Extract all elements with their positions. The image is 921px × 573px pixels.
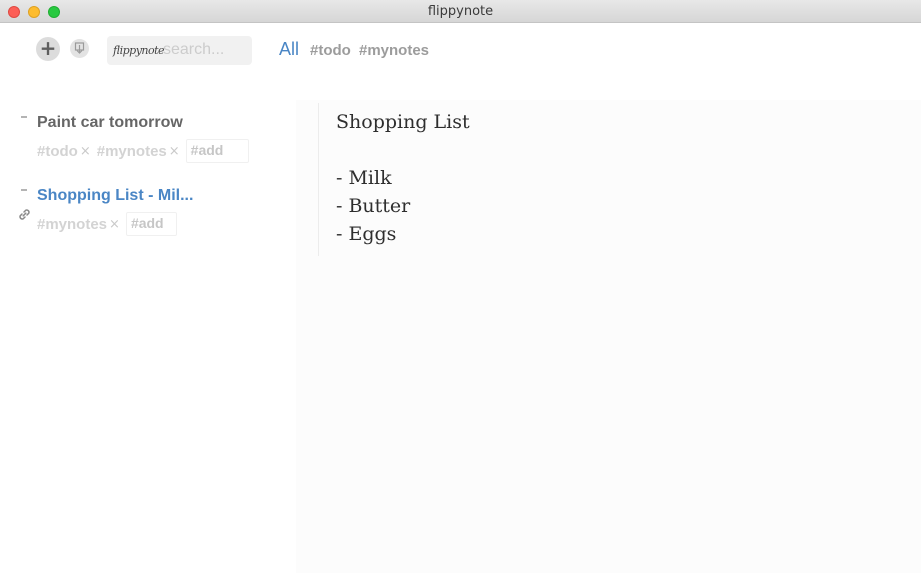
collapse-handle[interactable] bbox=[21, 116, 27, 118]
app-window: flippynote + flippynote All #todo #mynot… bbox=[0, 0, 921, 573]
editor-line: - Butter bbox=[336, 195, 411, 217]
remove-tag-icon[interactable]: × bbox=[80, 144, 91, 159]
app-logo: flippynote bbox=[113, 44, 165, 57]
search-box[interactable]: flippynote bbox=[107, 36, 252, 65]
tag-mynotes[interactable]: #mynotes bbox=[37, 216, 107, 233]
plus-icon: + bbox=[39, 36, 57, 60]
editor-line: Shopping List bbox=[336, 111, 470, 133]
remove-tag-icon[interactable]: × bbox=[169, 144, 180, 159]
filter-all[interactable]: All bbox=[279, 39, 299, 60]
note-tags: #todo × #mynotes × #add bbox=[37, 139, 249, 163]
filter-tag-todo[interactable]: #todo bbox=[310, 42, 351, 59]
add-tag-field[interactable]: #add bbox=[125, 212, 177, 236]
collapse-handle[interactable] bbox=[21, 189, 27, 191]
search-input[interactable] bbox=[163, 41, 248, 59]
note-list: Paint car tomorrow #todo × #mynotes × #add S… bbox=[0, 100, 318, 260]
note-editor[interactable]: Shopping List - Milk - Butter - Eggs bbox=[336, 108, 896, 248]
editor-line: - Eggs bbox=[336, 223, 397, 245]
window-title: flippynote bbox=[427, 4, 494, 19]
import-button[interactable] bbox=[70, 39, 89, 58]
editor-line: - Milk bbox=[336, 167, 392, 189]
title-bar: flippynote bbox=[0, 0, 921, 23]
note-title[interactable]: Paint car tomorrow bbox=[37, 114, 183, 132]
toolbar: + flippynote All #todo #mynotes bbox=[0, 23, 921, 78]
add-tag-field[interactable]: #add bbox=[185, 139, 249, 163]
tag-todo[interactable]: #todo bbox=[37, 143, 78, 160]
note-title[interactable]: Shopping List - Mil... bbox=[37, 187, 193, 205]
filter-tag-mynotes[interactable]: #mynotes bbox=[359, 42, 429, 59]
download-icon bbox=[74, 42, 85, 54]
link-icon[interactable] bbox=[17, 207, 32, 222]
tag-mynotes[interactable]: #mynotes bbox=[97, 143, 167, 160]
add-note-button[interactable]: + bbox=[36, 37, 60, 61]
note-tags: #mynotes × #add bbox=[37, 212, 177, 236]
pane-divider bbox=[318, 103, 319, 256]
remove-tag-icon[interactable]: × bbox=[109, 217, 120, 232]
